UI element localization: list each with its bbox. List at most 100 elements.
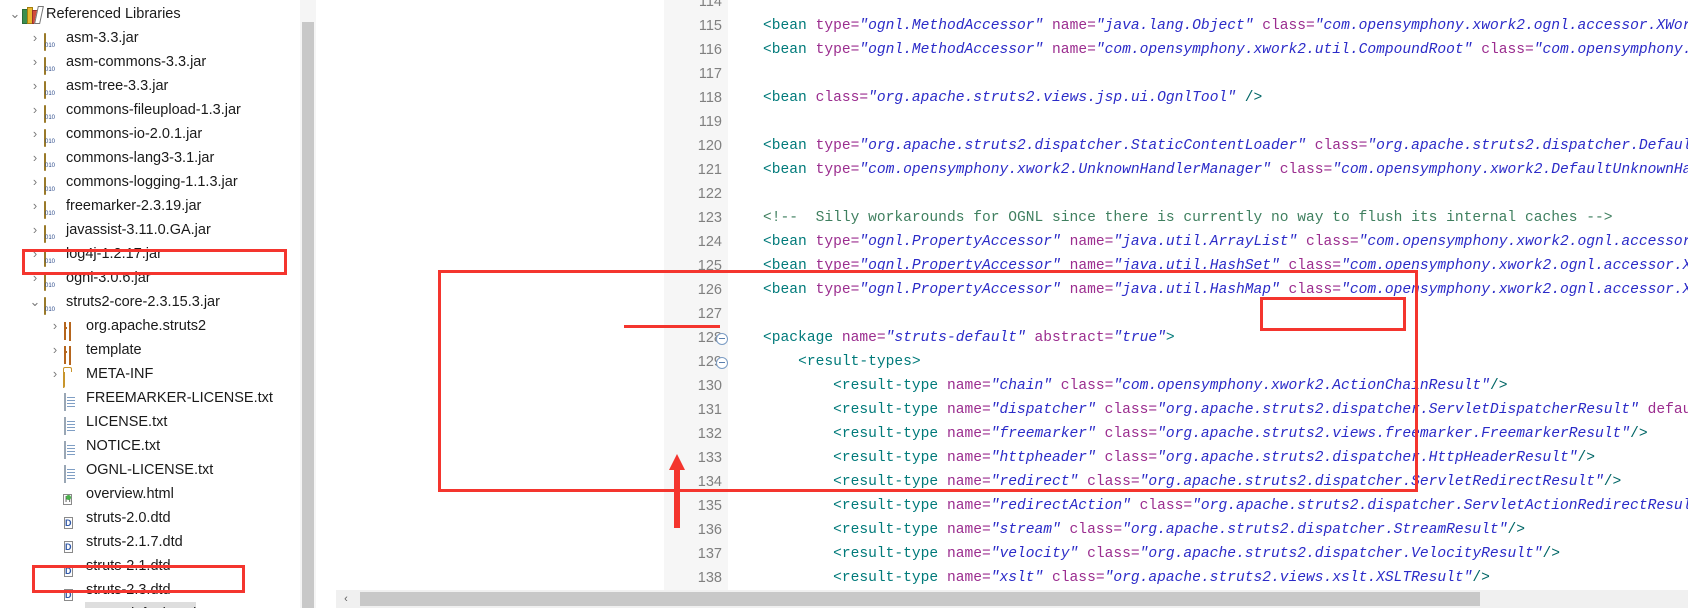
editor-code-area[interactable]: <bean type="ognl.MethodAccessor" name="j… <box>728 0 1688 608</box>
code-token: "ognl.MethodAccessor" <box>859 18 1044 34</box>
text-file-icon <box>62 437 80 459</box>
code-line[interactable]: <!-- Silly workarounds for OGNL since th… <box>728 206 1613 230</box>
chevron-right-icon[interactable]: › <box>28 50 42 74</box>
code-line[interactable]: <bean type="ognl.PropertyAccessor" name=… <box>728 230 1688 254</box>
code-line[interactable]: <bean type="org.apache.struts2.dispatche… <box>728 134 1688 158</box>
chevron-right-icon[interactable]: › <box>28 26 42 50</box>
tree-item-commons-io-2-0-1-jar[interactable]: › commons-io-2.0.1.jar <box>28 122 202 147</box>
tree-item-org-apache-struts2[interactable]: › org.apache.struts2 <box>48 314 206 340</box>
code-line[interactable]: <result-type name="stream" class="org.ap… <box>728 518 1525 542</box>
jar-icon <box>42 293 60 315</box>
tree-item-commons-logging-1-1-3-jar[interactable]: › commons-logging-1.1.3.jar <box>28 170 238 195</box>
xml-source-editor[interactable]: 114 115 116 117 118 119 120 121 122 123 124 125 126 1… <box>328 0 1688 608</box>
code-line[interactable]: <result-type name="chain" class="com.ope… <box>728 374 1507 398</box>
chevron-right-icon[interactable]: › <box>28 146 42 170</box>
tree-item-commons-lang3-3-1-jar[interactable]: › commons-lang3-3.1.jar <box>28 146 214 171</box>
chevron-right-icon[interactable]: › <box>28 242 42 266</box>
code-line[interactable]: <result-type name="dispatcher" class="or… <box>728 398 1688 422</box>
tree-item-struts-default-xml[interactable]: xstruts-default.xml <box>48 602 197 608</box>
tree-item-struts-2-3-dtd[interactable]: Dstruts-2.3.dtd <box>48 578 171 602</box>
code-token: name= <box>1060 282 1114 298</box>
tree-item-template[interactable]: › template <box>48 338 142 364</box>
code-token: <result-types> <box>798 354 921 370</box>
tree-item-commons-fileupload-1-3-jar[interactable]: › commons-fileupload-1.3.jar <box>28 98 241 123</box>
code-line[interactable]: <result-type name="xslt" class="org.apac… <box>728 566 1490 590</box>
code-token: "org.apache.struts2.dispatcher.ServletDi… <box>1157 402 1639 418</box>
chevron-down-icon[interactable]: ⌄ <box>28 290 42 314</box>
tree-item-meta-inf[interactable]: › META-INF <box>48 362 153 388</box>
tree-item-log4j-1-2-17-jar[interactable]: › log4j-1.2.17.jar <box>28 242 162 267</box>
code-token: <result-type <box>833 402 939 418</box>
tree-item-struts-2-1-7-dtd[interactable]: Dstruts-2.1.7.dtd <box>48 530 183 554</box>
code-line[interactable]: <result-type name="httpheader" class="or… <box>728 446 1595 470</box>
tree-item-javassist-3-11-0-ga-jar[interactable]: › javassist-3.11.0.GA.jar <box>28 218 211 243</box>
code-line[interactable]: <bean type="ognl.PropertyAccessor" name=… <box>728 254 1688 278</box>
fold-collapse-icon[interactable] <box>716 333 728 345</box>
tree-item-label: asm-3.3.jar <box>66 30 139 46</box>
tree-item-overview-html[interactable]: Hoverview.html <box>48 482 174 506</box>
tree-item-ognl-license-txt[interactable]: OGNL-LICENSE.txt <box>48 458 213 483</box>
tree-item-license-txt[interactable]: LICENSE.txt <box>48 410 167 435</box>
code-token: <bean <box>763 42 807 58</box>
code-line[interactable]: <bean class="org.apache.struts2.views.js… <box>728 86 1262 110</box>
tree-item-label: struts-2.1.7.dtd <box>86 534 183 550</box>
chevron-right-icon[interactable]: › <box>28 266 42 290</box>
code-line[interactable]: <result-type name="redirectAction" class… <box>728 494 1688 518</box>
chevron-down-icon[interactable]: ⌄ <box>8 2 22 26</box>
code-line[interactable]: <package name="struts-default" abstract=… <box>728 326 1175 350</box>
tree-item-struts2-core-2-3-15-3-jar[interactable]: ⌄ struts2-core-2.3.15.3.jar <box>28 290 220 315</box>
code-line[interactable]: <bean type="ognl.PropertyAccessor" name=… <box>728 278 1688 302</box>
fold-collapse-icon[interactable] <box>716 357 728 369</box>
dtd-file-icon: D <box>64 541 73 553</box>
explorer-vertical-scrollbar-thumb[interactable] <box>302 22 314 608</box>
code-token: "org.apache.struts2.dispatcher.ServletAc… <box>1192 498 1688 514</box>
chevron-right-icon[interactable]: › <box>48 314 62 338</box>
line-number: 120 <box>697 138 722 154</box>
chevron-right-icon[interactable]: › <box>28 170 42 194</box>
code-token: /> <box>1577 450 1596 466</box>
code-token: <!-- Silly workarounds for OGNL since th… <box>728 210 1613 226</box>
code-line[interactable]: <result-type name="redirect" class="org.… <box>728 470 1621 494</box>
code-line[interactable]: <result-type name="velocity" class="org.… <box>728 542 1560 566</box>
tree-item-ognl-3-0-6-jar[interactable]: › ognl-3.0.6.jar <box>28 266 151 291</box>
chevron-right-icon[interactable]: › <box>28 194 42 218</box>
tree-item-freemarker-license-txt[interactable]: FREEMARKER-LICENSE.txt <box>48 386 273 411</box>
chevron-right-icon[interactable]: › <box>28 98 42 122</box>
code-line[interactable]: <result-type name="freemarker" class="or… <box>728 422 1647 446</box>
code-line[interactable]: <bean type="com.opensymphony.xwork2.Unkn… <box>728 158 1688 182</box>
tree-item-asm-3-3-jar[interactable]: › asm-3.3.jar <box>28 26 139 51</box>
code-token: class= <box>1306 138 1368 154</box>
chevron-right-icon[interactable]: › <box>28 122 42 146</box>
tree-item-label: NOTICE.txt <box>86 438 161 454</box>
code-line[interactable]: <bean type="ognl.MethodAccessor" name="j… <box>728 14 1688 38</box>
tree-item-label: log4j-1.2.17.jar <box>66 246 162 262</box>
tree-item-struts-2-0-dtd[interactable]: Dstruts-2.0.dtd <box>48 506 171 530</box>
scroll-left-arrow-icon[interactable]: ‹ <box>338 591 354 607</box>
package-explorer-tree[interactable]: ⌄Referenced Libraries›asm-3.3.jar›asm-co… <box>0 0 300 608</box>
code-token: "org.apache.struts2.dispatcher.StaticCon… <box>859 138 1307 154</box>
editor-horizontal-scrollbar-thumb[interactable] <box>360 592 1480 606</box>
code-token: <bean <box>763 138 807 154</box>
chevron-right-icon[interactable]: › <box>48 338 62 362</box>
code-token: "ognl.PropertyAccessor" <box>859 258 1061 274</box>
tree-item-referenced-libraries[interactable]: ⌄ Referenced Libraries <box>8 2 181 26</box>
tree-item-asm-commons-3-3-jar[interactable]: › asm-commons-3.3.jar <box>28 50 206 75</box>
tree-item-notice-txt[interactable]: NOTICE.txt <box>48 434 161 459</box>
chevron-right-icon[interactable]: › <box>28 218 42 242</box>
chevron-right-icon[interactable]: › <box>48 362 62 386</box>
code-line[interactable]: <bean type="ognl.MethodAccessor" name="c… <box>728 38 1688 62</box>
jar-icon <box>42 197 60 219</box>
tree-item-asm-tree-3-3-jar[interactable]: › asm-tree-3.3.jar <box>28 74 168 99</box>
code-token: "org.apache.struts2.views.xslt.XSLTResul… <box>1104 570 1473 586</box>
chevron-right-icon[interactable]: › <box>28 74 42 98</box>
tree-item-struts-2-1-dtd[interactable]: Dstruts-2.1.dtd <box>48 554 171 578</box>
tree-item-freemarker-2-3-19-jar[interactable]: › freemarker-2.3.19.jar <box>28 194 201 219</box>
code-token: "redirect" <box>990 474 1079 490</box>
code-line[interactable]: <result-types> <box>728 350 921 374</box>
code-token: class= <box>806 90 869 106</box>
